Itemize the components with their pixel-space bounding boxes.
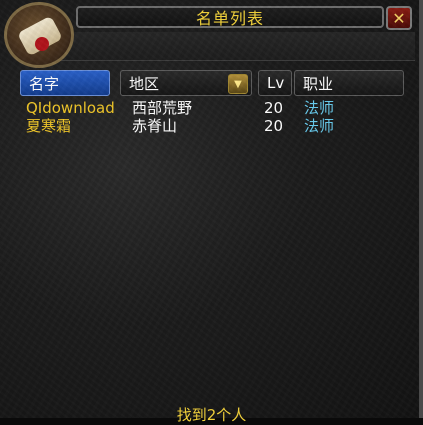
chevron-down-icon[interactable]: ▼: [228, 74, 248, 94]
close-button[interactable]: ✕: [386, 6, 412, 30]
column-header-zone-label: 地区: [129, 74, 160, 93]
column-header-name[interactable]: 名字: [20, 70, 110, 96]
list-item[interactable]: QIdownload 西部荒野 20 法师: [26, 99, 406, 117]
player-class: 法师: [304, 99, 335, 117]
column-header-zone[interactable]: 地区 ▼: [120, 70, 252, 96]
column-header-level-label: Lv: [267, 74, 285, 92]
close-icon: ✕: [392, 8, 406, 28]
player-level: 20: [264, 99, 284, 117]
title-band: [60, 32, 415, 61]
column-header-row: 名字 地区 ▼ Lv 职业: [0, 70, 423, 96]
player-list: QIdownload 西部荒野 20 法师 夏寒霜 赤脊山 20 法师: [26, 99, 406, 135]
list-item[interactable]: 夏寒霜 赤脊山 20 法师: [26, 117, 406, 135]
player-level: 20: [264, 117, 284, 135]
who-list-window: 名单列表 ✕ 名字 地区 ▼ Lv 职业 QIdownload 西部荒野 20 …: [0, 0, 423, 424]
player-class: 法师: [304, 117, 335, 135]
result-count: 找到2个人: [176, 406, 247, 424]
player-zone: 西部荒野: [132, 99, 193, 117]
wax-seal: [35, 37, 49, 51]
column-header-name-label: 名字: [29, 74, 60, 93]
column-header-class[interactable]: 职业: [294, 70, 404, 96]
column-header-level[interactable]: Lv: [258, 70, 292, 96]
player-zone: 赤脊山: [132, 117, 178, 135]
player-name: 夏寒霜: [26, 117, 72, 135]
player-name: QIdownload: [26, 99, 115, 117]
scroll-icon: [4, 2, 74, 68]
column-header-class-label: 职业: [303, 74, 334, 93]
window-title[interactable]: 名单列表: [76, 6, 384, 28]
